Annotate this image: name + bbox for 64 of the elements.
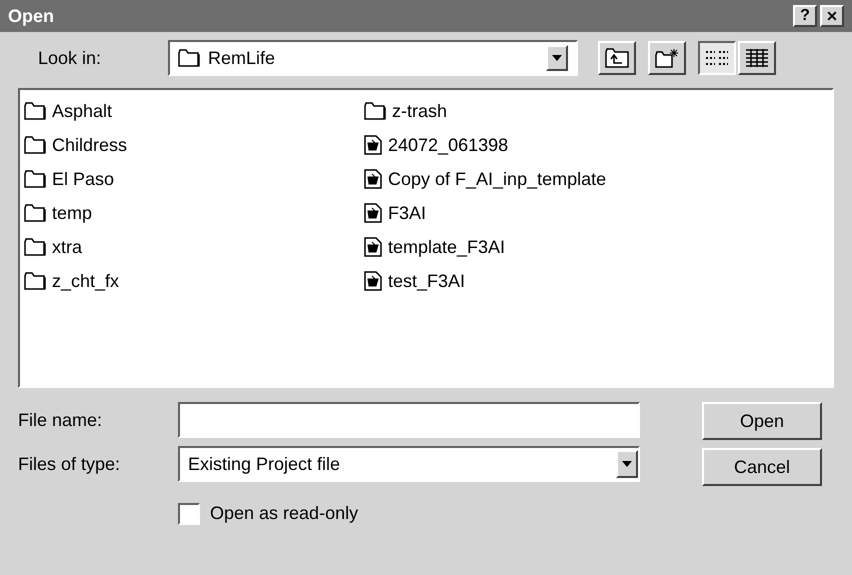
file-name-label: File name: [18,408,104,432]
file-item[interactable]: F3AI [364,196,704,230]
item-name: Copy of F_AI_inp_template [388,168,606,191]
item-name: temp [52,202,92,225]
folder-icon [178,49,200,67]
file-name-field[interactable] [178,402,640,438]
new-folder-button[interactable] [648,41,686,75]
item-name: Childress [52,134,128,156]
document-icon [364,237,382,257]
dropdown-arrow-icon [552,55,562,61]
folder-icon [364,102,386,120]
list-view-icon [705,49,729,67]
folder-item[interactable]: xtra [24,230,364,264]
folder-icon [24,170,46,188]
item-name: 24072_061398 [388,134,508,156]
look-in-label: Look in: [38,46,102,70]
folder-icon [24,204,46,222]
folder-item[interactable]: Childress [24,128,364,162]
read-only-checkbox[interactable] [178,502,200,524]
folder-item[interactable]: El Paso [24,162,364,196]
document-icon [364,271,382,291]
close-button[interactable]: × [820,5,844,27]
item-name: Asphalt [52,100,112,123]
folder-icon [24,272,46,290]
file-item[interactable]: Copy of F_AI_inp_template [364,162,704,196]
document-icon [364,169,382,189]
open-button[interactable]: Open [702,402,822,440]
files-of-type-value: Existing Project file [188,452,342,476]
file-item[interactable]: 24072_061398 [364,128,704,162]
file-item[interactable]: test_F3AI [364,264,704,298]
folder-item[interactable]: Asphalt [24,94,364,128]
document-icon [364,203,382,223]
item-name: z-trash [392,100,448,122]
folder-item[interactable]: z_cht_fx [24,264,364,298]
cancel-button[interactable]: Cancel [702,448,822,486]
details-view-icon [745,48,769,68]
document-icon [364,135,382,155]
item-name: xtra [52,236,82,258]
up-folder-button[interactable] [598,41,636,75]
item-name: template_F3AI [388,236,506,259]
up-folder-icon [605,48,629,68]
files-of-type-dropdown[interactable]: Existing Project file [178,446,640,482]
folder-item[interactable]: z-trash [364,94,704,128]
folder-icon [24,238,46,256]
new-folder-icon [655,48,679,68]
dropdown-button[interactable] [616,450,638,478]
folder-icon [24,136,46,154]
file-item[interactable]: template_F3AI [364,230,704,264]
read-only-label: Open as read-only [210,502,358,525]
dropdown-arrow-icon [622,461,632,467]
folder-item[interactable]: temp [24,196,364,230]
details-view-button[interactable] [738,41,776,75]
item-name: El Paso [52,168,114,190]
item-name: test_F3AI [388,270,466,292]
folder-icon [24,102,46,120]
list-view-button[interactable] [698,41,736,75]
help-button[interactable]: ? [793,5,817,27]
item-name: z_cht_fx [52,270,120,292]
look-in-value: RemLife [208,46,276,70]
dropdown-button[interactable] [546,45,568,71]
item-name: F3AI [388,202,426,224]
window-title: Open [8,4,54,28]
look-in-dropdown[interactable]: RemLife [168,40,578,76]
files-of-type-label: Files of type: [18,452,122,476]
